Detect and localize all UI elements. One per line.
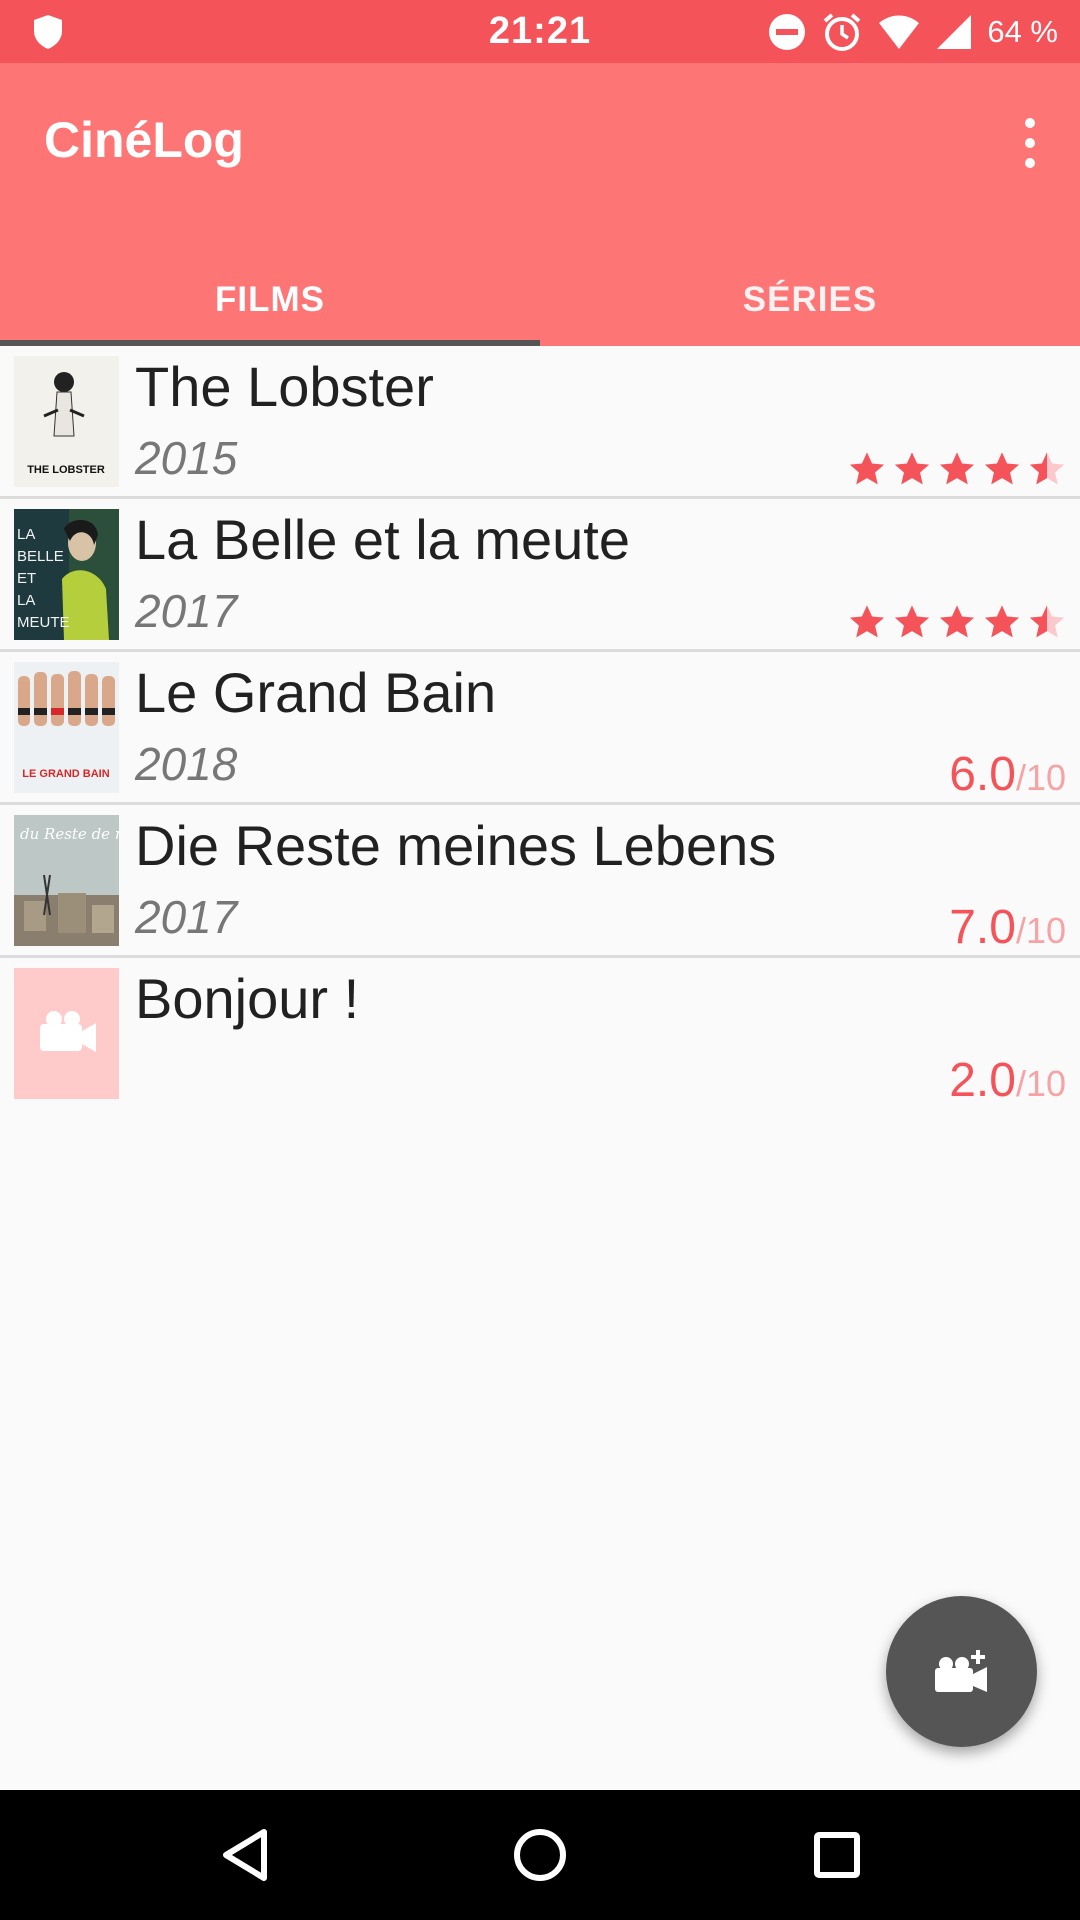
signal-icon — [937, 15, 972, 49]
svg-text:BELLE: BELLE — [17, 548, 64, 565]
film-title: Bonjour ! — [135, 967, 360, 1030]
score-max: /10 — [1015, 757, 1066, 798]
wifi-icon — [879, 15, 920, 49]
star-half-icon — [1029, 452, 1065, 485]
score-max: /10 — [1015, 910, 1066, 951]
star-full-icon — [939, 605, 975, 638]
poster-caption: THE LOBSTER — [27, 464, 105, 476]
alarm-icon — [824, 13, 861, 51]
battery-level: 64 % — [987, 14, 1058, 49]
svg-text:LA: LA — [17, 526, 35, 543]
score-value: 6.0 — [949, 748, 1016, 801]
poster-caption: LE GRAND BAIN — [22, 768, 109, 780]
recents-icon[interactable] — [802, 1820, 872, 1890]
star-half-icon — [1029, 605, 1065, 638]
score-rating: 6.0/10 — [949, 747, 1066, 802]
film-year: 2015 — [135, 432, 238, 484]
list-item[interactable]: Bonjour ! 2.0/10 — [0, 958, 1080, 1111]
svg-text:LA: LA — [17, 592, 35, 609]
score-value: 7.0 — [949, 901, 1016, 954]
film-list: THE LOBSTER The Lobster 2015 LA BELLE ET… — [0, 346, 1080, 1111]
film-year: 2018 — [135, 738, 238, 790]
add-movie-icon — [934, 1649, 987, 1692]
list-item[interactable]: LA BELLE ET LA MEUTE La Belle et la meut… — [0, 499, 1080, 652]
film-year: 2017 — [135, 891, 238, 943]
list-item[interactable]: du Reste de mon Libens Die Reste meines … — [0, 805, 1080, 958]
home-icon[interactable] — [505, 1820, 575, 1890]
film-title: Die Reste meines Lebens — [135, 814, 777, 877]
star-rating — [848, 450, 1066, 488]
star-full-icon — [849, 452, 885, 485]
star-full-icon — [939, 452, 975, 485]
list-item[interactable]: THE LOBSTER The Lobster 2015 — [0, 346, 1080, 499]
svg-text:MEUTE: MEUTE — [17, 614, 70, 631]
score-rating: 7.0/10 — [949, 900, 1066, 955]
tab-bar: FILMS SÉRIES — [0, 263, 1080, 346]
star-full-icon — [984, 452, 1020, 485]
poster-placeholder — [14, 968, 119, 1099]
star-rating — [848, 603, 1066, 641]
star-full-icon — [849, 605, 885, 638]
poster-caption: du Reste de mon Libens — [20, 825, 119, 843]
poster-image: LA BELLE ET LA MEUTE — [14, 509, 119, 640]
back-icon[interactable] — [210, 1820, 280, 1890]
film-year: 2017 — [135, 585, 238, 637]
film-title: Le Grand Bain — [135, 661, 497, 724]
svg-text:ET: ET — [17, 570, 36, 587]
do-not-disturb-icon — [769, 14, 806, 50]
tab-series[interactable]: SÉRIES — [540, 263, 1080, 346]
score-max: /10 — [1015, 1063, 1066, 1104]
navigation-bar — [0, 1790, 1080, 1920]
add-movie-button[interactable] — [886, 1596, 1037, 1747]
status-bar: 21:21 64 % — [0, 0, 1080, 63]
star-full-icon — [894, 605, 930, 638]
score-value: 2.0 — [949, 1054, 1016, 1107]
film-title: La Belle et la meute — [135, 508, 630, 571]
app-title: CinéLog — [44, 112, 244, 168]
star-full-icon — [894, 452, 930, 485]
app-bar: CinéLog FILMS SÉRIES — [0, 63, 1080, 346]
more-vert-icon[interactable] — [1010, 113, 1050, 173]
poster-image: du Reste de mon Libens — [14, 815, 119, 946]
tab-films[interactable]: FILMS — [0, 263, 540, 346]
star-full-icon — [984, 605, 1020, 638]
poster-image: THE LOBSTER — [14, 356, 119, 487]
score-rating: 2.0/10 — [949, 1053, 1066, 1108]
list-item[interactable]: LE GRAND BAIN Le Grand Bain 2018 6.0/10 — [0, 652, 1080, 805]
film-title: The Lobster — [135, 355, 434, 418]
poster-image: LE GRAND BAIN — [14, 662, 119, 793]
